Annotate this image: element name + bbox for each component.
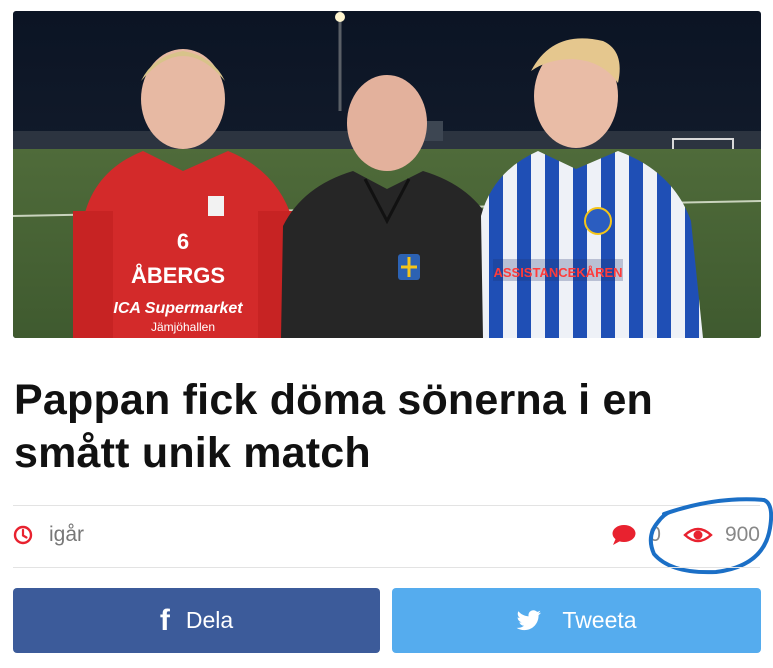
meta-divider-bottom — [13, 567, 760, 568]
red-shirt-place: Jämjöhallen — [151, 320, 215, 334]
clock-icon — [13, 525, 33, 545]
red-shirt-ica: ICA Supermarket — [113, 300, 243, 317]
facebook-share-button[interactable]: f Dela — [13, 588, 380, 653]
meta-divider-top — [13, 505, 760, 506]
article-hero-image[interactable]: 6 ÅBERGS ICA Supermarket Jämjöhallen ASS… — [13, 11, 761, 338]
publish-time-text: igår — [49, 523, 85, 546]
twitter-share-button[interactable]: Tweeta — [392, 588, 761, 653]
hero-photo: 6 ÅBERGS ICA Supermarket Jämjöhallen ASS… — [13, 11, 761, 338]
facebook-share-label: Dela — [185, 607, 234, 633]
twitter-share-label: Tweeta — [562, 607, 637, 633]
facebook-f-icon: f — [159, 603, 170, 637]
red-shirt-sponsor: ÅBERGS — [131, 262, 225, 288]
speech-bubble-icon[interactable] — [611, 523, 637, 547]
blue-shirt-sponsor: ASSISTANCEKÅREN — [493, 265, 622, 280]
publish-time: igår — [13, 522, 84, 548]
article-stats: 0 900 — [611, 520, 760, 550]
red-shirt-number: 6 — [177, 229, 189, 254]
comments-count[interactable]: 0 — [649, 523, 661, 547]
article-title[interactable]: Pappan fick döma sönerna i en smått unik… — [14, 374, 759, 480]
views-count: 900 — [724, 523, 760, 546]
twitter-bird-icon — [517, 609, 542, 630]
eye-icon — [683, 527, 713, 543]
